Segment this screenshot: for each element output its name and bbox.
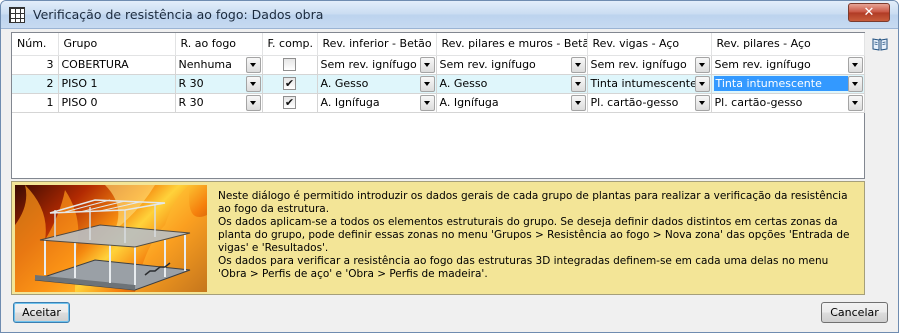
accept-button[interactable]: Aceitar (13, 302, 70, 323)
f-comp-cell: ✔ (262, 74, 318, 94)
col-header-num[interactable]: Núm. (12, 33, 59, 56)
col-header-rev-pilares-muros[interactable]: Rev. pilares e muros - Betão (436, 33, 588, 56)
rev-inferior-value: A. Ignífuga (320, 96, 380, 109)
rev-inferior-value: Sem rev. ignífugo (320, 58, 417, 71)
dropdown-arrow-icon[interactable] (570, 94, 586, 111)
f-comp-checkbox-checked[interactable]: ✔ (283, 77, 296, 90)
rev-pilares-aco-value: Pl. cartão-gesso (714, 96, 803, 109)
col-header-rev-inferior[interactable]: Rev. inferior - Betão (317, 33, 437, 56)
info-paragraph: Neste diálogo é permitido introduzir os … (218, 190, 848, 215)
window-title: Verificação de resistência ao fogo: Dado… (33, 7, 324, 22)
cancel-button[interactable]: Cancelar (821, 302, 888, 323)
rev-inferior-select[interactable]: A. Gesso (317, 74, 437, 94)
dropdown-arrow-icon[interactable] (570, 56, 586, 73)
info-panel: Neste diálogo é permitido introduzir os … (11, 181, 865, 295)
title-bar[interactable]: Verificação de resistência ao fogo: Dado… (1, 1, 898, 29)
rev-pilares-muros-select[interactable]: A. Ignífuga (436, 93, 588, 113)
rev-vigas-select[interactable]: Tinta intumescente (587, 74, 712, 94)
grid-header-row: Núm. Grupo R. ao fogo F. comp. Rev. infe… (12, 33, 865, 56)
rev-vigas-value: Tinta intumescente (590, 77, 695, 90)
col-header-grupo[interactable]: Grupo (58, 33, 176, 56)
col-header-rev-pilares-aco[interactable]: Rev. pilares - Aço (711, 33, 865, 56)
rev-pilares-aco-select[interactable]: Pl. cartão-gesso (711, 93, 865, 113)
table-row[interactable]: 1 PISO 0 R 30 ✔ A. Ignífuga A. Ignífuga … (12, 93, 865, 113)
rev-pilares-muros-select[interactable]: Sem rev. ignífugo (436, 54, 588, 75)
rev-vigas-select[interactable]: Pl. cartão-gesso (587, 93, 712, 113)
row-grupo[interactable]: COBERTURA (58, 54, 176, 75)
r-fogo-select[interactable]: Nenhuma (175, 54, 263, 75)
f-comp-cell: ✔ (262, 93, 318, 113)
info-description: Neste diálogo é permitido introduzir os … (218, 190, 858, 281)
dropdown-arrow-icon[interactable] (419, 94, 435, 111)
dropdown-arrow-icon[interactable] (694, 94, 710, 111)
rev-vigas-value: Sem rev. ignífugo (590, 58, 687, 71)
data-grid: Núm. Grupo R. ao fogo F. comp. Rev. infe… (11, 32, 865, 179)
col-header-rev-vigas[interactable]: Rev. vigas - Aço (587, 33, 712, 56)
row-grupo[interactable]: PISO 0 (58, 93, 176, 113)
table-row-selected[interactable]: 2 PISO 1 R 30 ✔ A. Gesso A. Gesso Tinta … (12, 74, 865, 94)
rev-vigas-select[interactable]: Sem rev. ignífugo (587, 54, 712, 75)
f-comp-checkbox[interactable] (283, 58, 296, 71)
r-fogo-value: Nenhuma (178, 58, 232, 71)
col-header-f-comp[interactable]: F. comp. (262, 33, 318, 56)
rev-inferior-select[interactable]: A. Ignífuga (317, 93, 437, 113)
close-button[interactable]: ✕ (848, 3, 890, 22)
dialog-window: Verificação de resistência ao fogo: Dado… (0, 0, 899, 333)
dropdown-arrow-icon[interactable] (570, 75, 586, 92)
fire-structure-illustration (15, 185, 207, 292)
dropdown-arrow-icon[interactable] (245, 94, 261, 111)
rev-pilares-aco-value-highlighted: Tinta intumescente (713, 76, 848, 91)
dropdown-arrow-icon[interactable] (419, 56, 435, 73)
table-row[interactable]: 3 COBERTURA Nenhuma Sem rev. ignífugo Se… (12, 54, 865, 75)
rev-pilares-muros-select[interactable]: A. Gesso (436, 74, 588, 94)
r-fogo-value: R 30 (178, 96, 204, 109)
f-comp-checkbox-checked[interactable]: ✔ (283, 96, 296, 109)
row-num: 3 (12, 54, 59, 75)
rev-pilares-muros-value: Sem rev. ignífugo (439, 58, 536, 71)
row-num: 1 (12, 93, 59, 113)
dropdown-arrow-icon[interactable] (847, 75, 863, 92)
rev-pilares-aco-select[interactable]: Sem rev. ignífugo (711, 54, 865, 75)
dropdown-arrow-icon[interactable] (419, 75, 435, 92)
f-comp-cell (262, 54, 318, 75)
r-fogo-select[interactable]: R 30 (175, 74, 263, 94)
row-grupo[interactable]: PISO 1 (58, 74, 176, 94)
dropdown-arrow-icon[interactable] (847, 94, 863, 111)
info-paragraph: Os dados aplicam-se a todos os elementos… (218, 216, 850, 254)
rev-pilares-muros-value: A. Ignífuga (439, 96, 499, 109)
rev-inferior-value: A. Gesso (320, 77, 369, 90)
col-header-r-fogo[interactable]: R. ao fogo (175, 33, 263, 56)
rev-vigas-value: Pl. cartão-gesso (590, 96, 679, 109)
app-grid-icon (9, 7, 25, 23)
dropdown-arrow-icon[interactable] (847, 56, 863, 73)
r-fogo-select[interactable]: R 30 (175, 93, 263, 113)
dropdown-arrow-icon[interactable] (245, 56, 261, 73)
dropdown-arrow-icon[interactable] (694, 75, 710, 92)
dropdown-arrow-icon[interactable] (694, 56, 710, 73)
rev-inferior-select[interactable]: Sem rev. ignífugo (317, 54, 437, 75)
row-num: 2 (12, 74, 59, 94)
rev-pilares-aco-value: Sem rev. ignífugo (714, 58, 811, 71)
rev-pilares-muros-value: A. Gesso (439, 77, 488, 90)
info-paragraph: Os dados para verificar a resistência ao… (218, 255, 829, 280)
book-help-icon[interactable] (872, 37, 888, 51)
dropdown-arrow-icon[interactable] (245, 75, 261, 92)
rev-pilares-aco-select-active[interactable]: Tinta intumescente (711, 74, 865, 94)
r-fogo-value: R 30 (178, 77, 204, 90)
